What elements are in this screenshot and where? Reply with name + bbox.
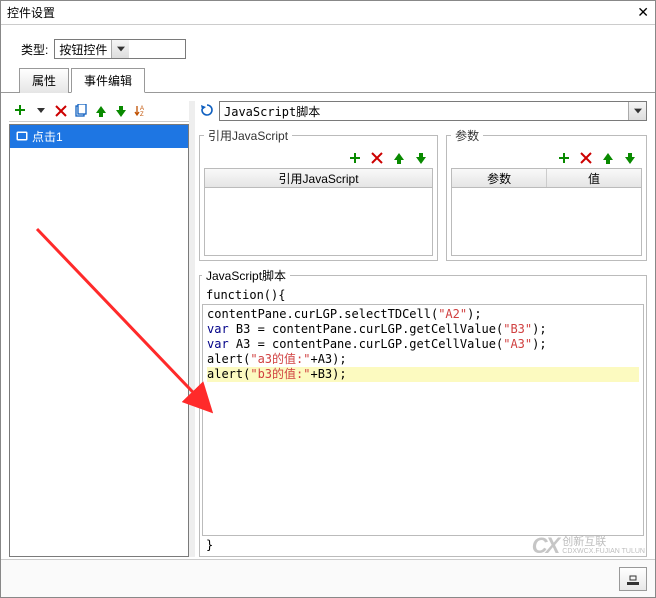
footer [1, 559, 655, 597]
param-down-button[interactable] [622, 150, 638, 166]
footer-button[interactable] [619, 567, 647, 591]
titlebar: 控件设置 ✕ [1, 1, 655, 25]
copy-button[interactable] [73, 103, 89, 119]
add-dropdown-icon[interactable] [33, 103, 49, 119]
event-list[interactable]: 点击1 [9, 124, 189, 557]
param-section: 参数 参数 值 [446, 127, 647, 261]
param-col-value: 值 [547, 169, 641, 187]
param-add-button[interactable] [556, 150, 572, 166]
move-up-button[interactable] [93, 103, 109, 119]
event-item-label: 点击1 [32, 128, 63, 145]
type-label: 类型: [21, 41, 48, 58]
tab-attributes[interactable]: 属性 [19, 68, 69, 93]
script-box: JavaScript脚本 function(){ contentPane.cur… [199, 267, 647, 557]
move-down-button[interactable] [113, 103, 129, 119]
script-type-dropdown[interactable]: JavaScript脚本 [219, 101, 647, 121]
add-event-button[interactable] [13, 103, 29, 119]
tab-event-edit[interactable]: 事件编辑 [71, 68, 145, 93]
upper-two-columns: 引用JavaScript 引用JavaScript 参数 [199, 127, 647, 261]
window-title: 控件设置 [7, 4, 55, 21]
event-item-click1[interactable]: 点击1 [10, 125, 188, 148]
script-box-legend: JavaScript脚本 [202, 267, 290, 284]
refresh-button[interactable] [199, 102, 215, 121]
func-close: } [202, 536, 644, 554]
type-row: 类型: 按钮控件 [1, 25, 655, 67]
right-panel: JavaScript脚本 引用JavaScript 引用JavaScript [195, 101, 647, 557]
close-icon[interactable]: ✕ [637, 4, 649, 21]
js-ref-col: 引用JavaScript [205, 169, 432, 187]
param-col-name: 参数 [452, 169, 547, 187]
event-icon [16, 131, 28, 143]
param-toolbar [451, 148, 642, 168]
sort-button[interactable]: AZ [133, 103, 149, 119]
chevron-down-icon [628, 102, 646, 120]
js-ref-body[interactable] [204, 188, 433, 256]
type-value: 按钮控件 [55, 41, 111, 58]
tabs: 属性 事件编辑 [1, 67, 655, 93]
chevron-down-icon [111, 40, 129, 58]
script-type-value: JavaScript脚本 [220, 103, 324, 120]
param-legend: 参数 [451, 127, 483, 144]
left-toolbar: AZ [9, 101, 189, 122]
js-ref-toolbar [204, 148, 433, 168]
js-ref-legend: 引用JavaScript [204, 127, 292, 144]
code-editor[interactable]: contentPane.curLGP.selectTDCell("A2");va… [202, 304, 644, 536]
param-delete-button[interactable] [578, 150, 594, 166]
left-panel: AZ 点击1 [9, 101, 189, 557]
js-add-button[interactable] [347, 150, 363, 166]
delete-event-button[interactable] [53, 103, 69, 119]
func-open: function(){ [202, 286, 644, 304]
script-type-row: JavaScript脚本 [199, 101, 647, 121]
type-dropdown[interactable]: 按钮控件 [54, 39, 186, 59]
js-ref-header: 引用JavaScript [204, 168, 433, 188]
editor-body: AZ 点击1 JavaScript脚本 引用JavaS [1, 93, 655, 557]
js-down-button[interactable] [413, 150, 429, 166]
param-up-button[interactable] [600, 150, 616, 166]
param-body[interactable] [451, 188, 642, 256]
js-delete-button[interactable] [369, 150, 385, 166]
js-ref-section: 引用JavaScript 引用JavaScript [199, 127, 438, 261]
js-up-button[interactable] [391, 150, 407, 166]
param-header: 参数 值 [451, 168, 642, 188]
svg-text:Z: Z [140, 112, 144, 118]
